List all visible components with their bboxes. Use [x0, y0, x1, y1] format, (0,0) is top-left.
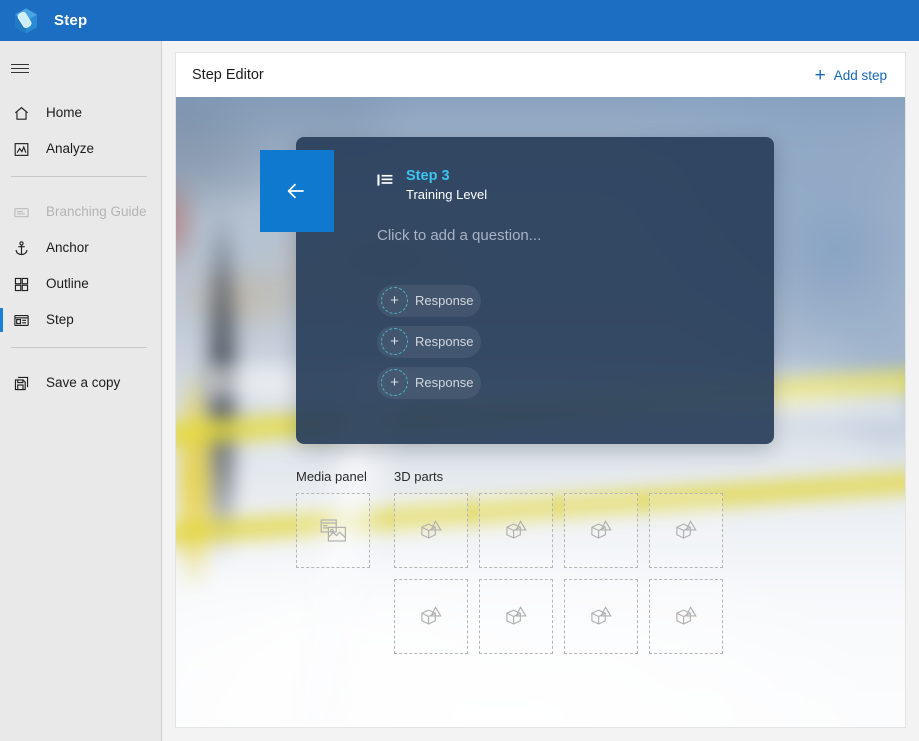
response-label: Response	[415, 293, 474, 309]
list-icon	[377, 173, 393, 193]
sidebar-item-label: Save a copy	[46, 375, 121, 391]
sidebar-item-save-a-copy[interactable]: Save a copy	[0, 365, 161, 401]
sidebar-item-anchor[interactable]: Anchor	[0, 230, 161, 266]
add-step-label: Add step	[833, 67, 887, 83]
sidebar-nav-primary: Home Analyze	[0, 87, 161, 167]
parts-3d-slot[interactable]	[564, 579, 638, 654]
step-canvas: Step 3 Training Level Click to add a que…	[176, 97, 905, 727]
step-card-titles: Step 3 Training Level	[406, 167, 487, 206]
3d-part-icon	[505, 606, 527, 625]
sidebar-nav-secondary: Branching Guide Anchor Outline Step	[0, 186, 161, 338]
media-panel-slot[interactable]	[296, 493, 370, 568]
main-content: Step Editor + Add step Step 3 Training L…	[162, 41, 919, 741]
step-icon	[11, 310, 31, 330]
step-title: Training Level	[406, 187, 488, 203]
media-image-icon	[320, 519, 346, 542]
sidebar-item-analyze[interactable]: Analyze	[0, 131, 161, 167]
sidebar-item-label: Anchor	[46, 240, 89, 256]
home-icon	[11, 103, 31, 123]
hexagon-cube-logo-icon	[15, 7, 37, 34]
step-editor-panel: Step Editor + Add step Step 3 Training L…	[175, 52, 906, 728]
app-title: Step	[54, 12, 88, 29]
sidebar-item-home[interactable]: Home	[0, 95, 161, 131]
app-window: Step Home Analyze Branching Guide Anchor…	[0, 0, 919, 741]
response-label: Response	[415, 334, 474, 350]
arrow-left-icon	[287, 183, 304, 199]
step-card[interactable]: Step 3 Training Level Click to add a que…	[260, 137, 774, 444]
sidebar-item-label: Branching Guide	[46, 204, 147, 220]
drop-zones: Media panel 3D parts	[296, 469, 723, 654]
sidebar-divider-1	[11, 176, 147, 177]
sidebar-item-label: Home	[46, 105, 83, 121]
analyze-chart-icon	[11, 139, 31, 159]
sidebar-item-label: Outline	[46, 276, 89, 292]
step-number: Step 3	[406, 168, 450, 184]
media-panel-group: Media panel	[296, 469, 370, 654]
3d-part-icon	[675, 606, 697, 625]
sidebar-item-label: Step	[46, 312, 74, 328]
parts-3d-group: 3D parts	[394, 469, 723, 654]
menu-toggle-button[interactable]	[0, 49, 161, 87]
sidebar-item-outline[interactable]: Outline	[0, 266, 161, 302]
response-list: + Response + Response + Response	[377, 284, 774, 399]
media-panel-title: Media panel	[296, 469, 367, 484]
sidebar: Home Analyze Branching Guide Anchor Outl…	[0, 41, 162, 741]
add-response-button[interactable]: + Response	[377, 325, 481, 358]
sidebar-item-step[interactable]: Step	[0, 302, 161, 338]
plus-circle-dashed-icon: +	[381, 328, 408, 356]
sidebar-item-label: Analyze	[46, 141, 95, 157]
parts-3d-slot[interactable]	[394, 493, 468, 568]
parts-3d-slot[interactable]	[649, 493, 723, 568]
add-response-button[interactable]: + Response	[377, 366, 481, 399]
response-label: Response	[415, 375, 474, 391]
add-step-button[interactable]: + Add step	[815, 66, 887, 85]
question-placeholder[interactable]: Click to add a question...	[377, 227, 774, 244]
app-logo	[6, 1, 46, 41]
hamburger-icon	[11, 61, 29, 76]
outline-grid-icon	[11, 274, 31, 294]
sidebar-nav-actions: Save a copy	[0, 357, 161, 401]
add-response-button[interactable]: + Response	[377, 284, 481, 317]
step-editor-header: Step Editor + Add step	[176, 53, 905, 97]
3d-part-icon	[590, 520, 612, 539]
parts-3d-slot[interactable]	[394, 579, 468, 654]
3d-part-icon	[420, 520, 442, 539]
3d-part-icon	[420, 606, 442, 625]
plus-circle-dashed-icon: +	[381, 369, 408, 397]
parts-3d-grid	[394, 493, 723, 654]
parts-3d-slot[interactable]	[479, 493, 553, 568]
parts-3d-title: 3D parts	[394, 469, 444, 484]
parts-3d-slot[interactable]	[649, 579, 723, 654]
3d-part-icon	[505, 520, 527, 539]
step-card-header: Step 3 Training Level	[377, 167, 774, 206]
page-title: Step Editor	[192, 67, 264, 83]
title-bar: Step	[0, 0, 919, 41]
save-copy-icon	[11, 373, 31, 393]
plus-circle-dashed-icon: +	[381, 287, 408, 315]
parts-3d-slot[interactable]	[564, 493, 638, 568]
anchor-icon	[11, 238, 31, 258]
sidebar-divider-2	[11, 347, 147, 348]
parts-3d-slot[interactable]	[479, 579, 553, 654]
3d-part-icon	[590, 606, 612, 625]
sidebar-item-branching-guide: Branching Guide	[0, 194, 161, 230]
plus-icon: +	[814, 64, 826, 86]
back-button[interactable]	[260, 150, 334, 232]
3d-part-icon	[675, 520, 697, 539]
body-row: Home Analyze Branching Guide Anchor Outl…	[0, 41, 919, 741]
branching-guide-icon	[11, 202, 31, 222]
